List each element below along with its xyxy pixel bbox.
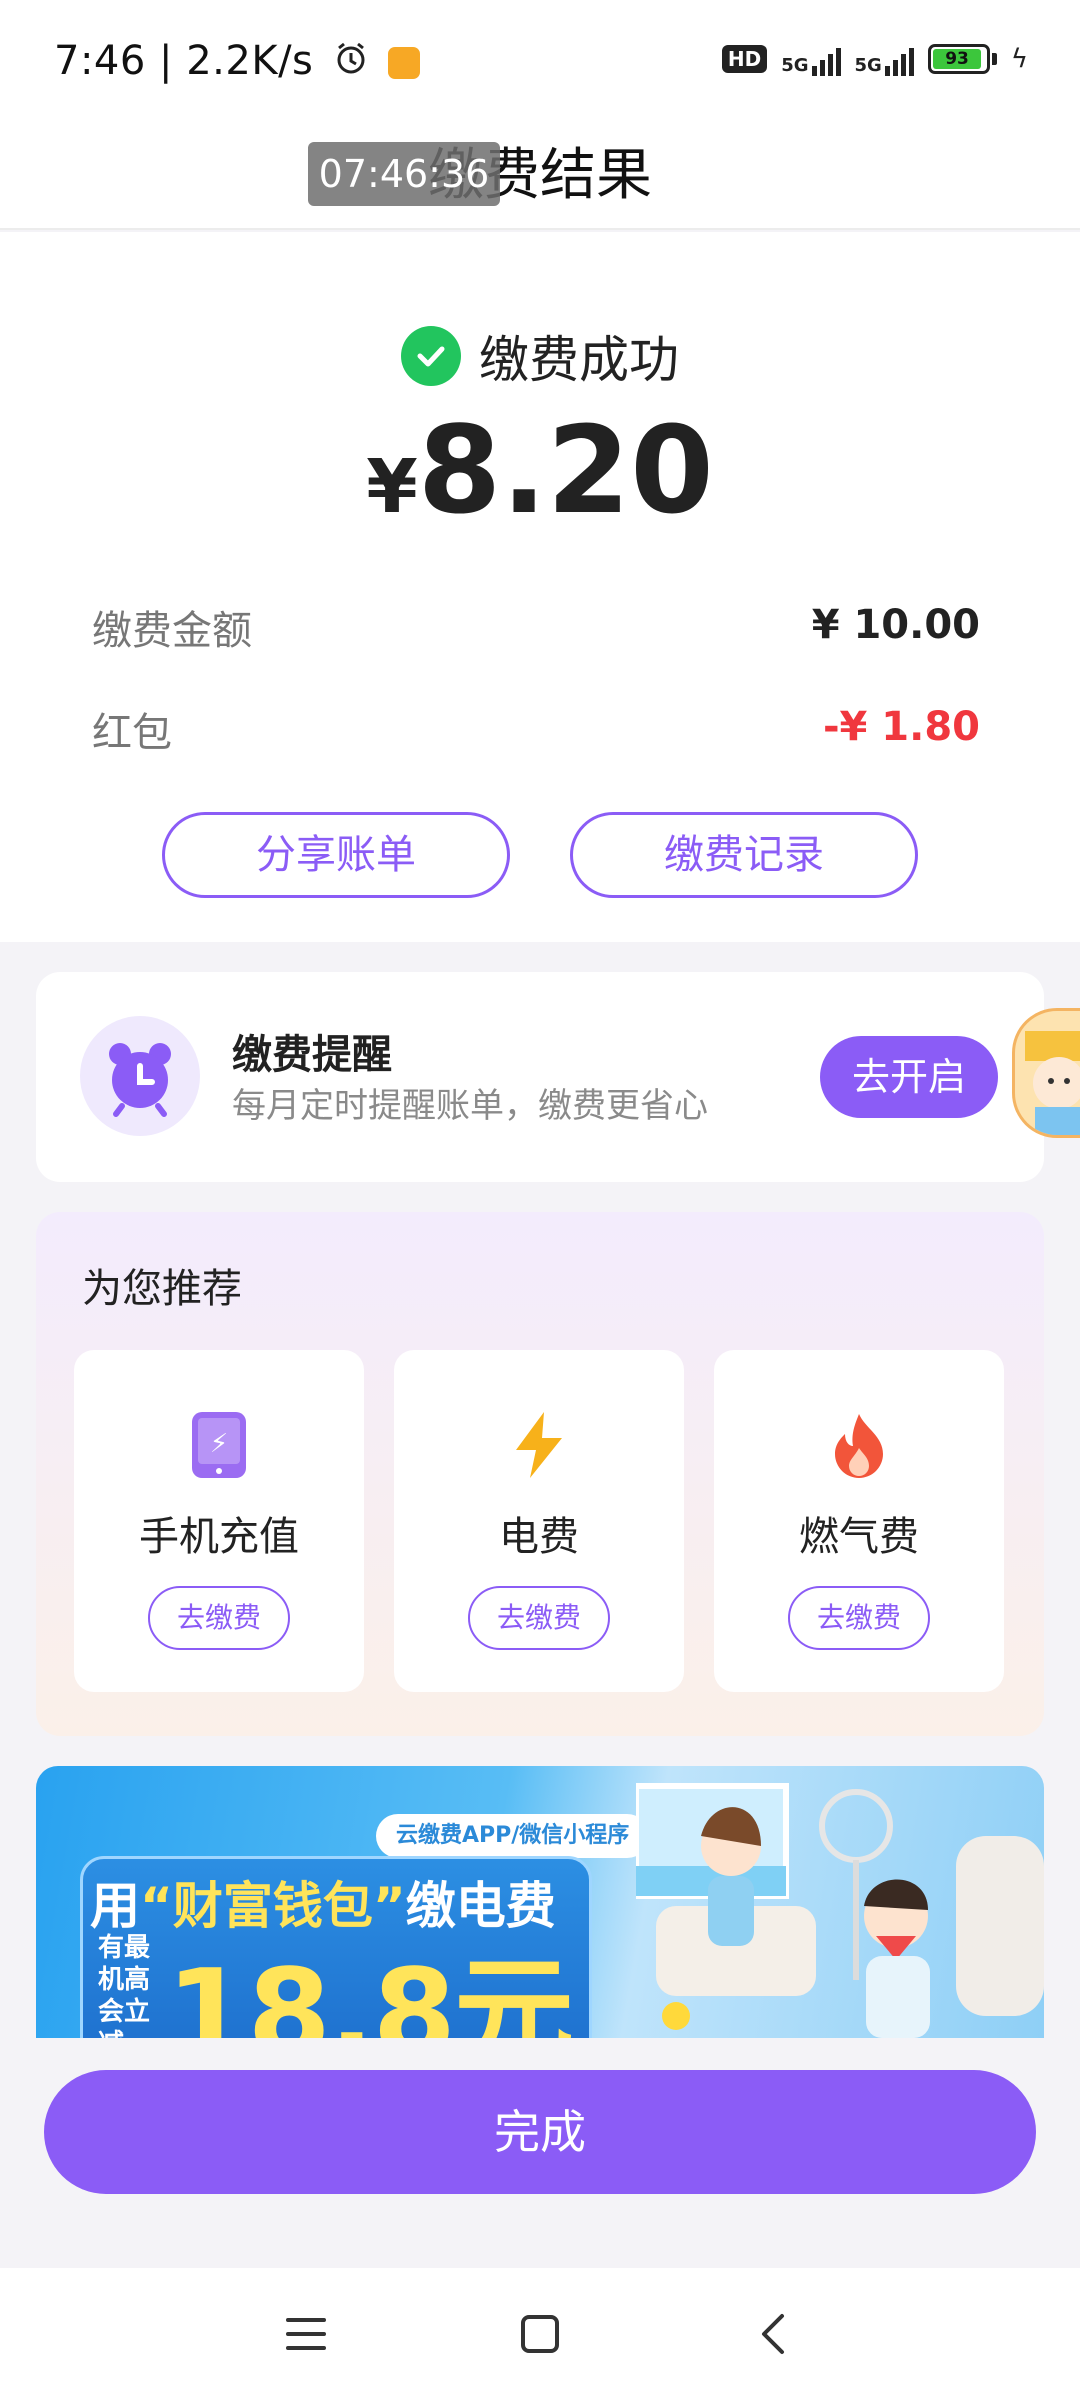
banner-side-text: 有最机高会立减 — [98, 1933, 151, 2038]
hd-icon: HD — [721, 45, 768, 73]
red-packet-value: -¥ 1.80 — [822, 704, 980, 750]
floating-mascot-icon[interactable] — [1012, 1008, 1080, 1138]
menu-icon[interactable] — [266, 2302, 346, 2366]
recommend-item-electricity[interactable]: 电费 去缴费 — [394, 1350, 684, 1692]
recommend-section: 为您推荐 ⚡ 手机充值 去缴费 电费 去缴费 燃气费 去缴费 — [36, 1212, 1044, 1736]
recommend-item-phone-recharge[interactable]: ⚡ 手机充值 去缴费 — [74, 1350, 364, 1692]
red-packet-label: 红包 — [92, 710, 172, 756]
notification-app-icon — [387, 47, 420, 79]
page-title: 缴费结果 — [428, 143, 652, 208]
payment-reminder-card: 缴费提醒 每月定时提醒账单，缴费更省心 去开启 — [36, 972, 1044, 1182]
recommend-item-label: 手机充值 — [139, 1514, 299, 1560]
signal-icon: 5G — [781, 42, 841, 76]
go-pay-button[interactable]: 去缴费 — [148, 1586, 290, 1650]
check-icon — [401, 326, 461, 386]
paid-amount: ¥8.20 — [366, 402, 714, 541]
recommend-item-label: 电费 — [499, 1514, 579, 1560]
payment-result-panel: 缴费成功 ¥8.20 缴费金额 ¥ 10.00 红包 -¥ 1.80 分享账单 … — [0, 232, 1080, 942]
alarm-icon — [333, 40, 369, 86]
banner-big-amount: 18.8元 — [166, 1945, 574, 2038]
banner-illustration — [633, 1766, 1044, 2038]
go-pay-button[interactable]: 去缴费 — [468, 1586, 610, 1650]
signal-icon-2: 5G — [855, 42, 914, 76]
status-bar: 7:46 | 2.2K/s HD 5G 5G 93 ϟ — [0, 0, 1080, 120]
banner-tag: 云缴费APP/微信小程序 — [376, 1814, 650, 1858]
promo-banner[interactable]: 云缴费APP/微信小程序 用“财富钱包”缴电费 有最机高会立减 18.8元 — [36, 1766, 1044, 2038]
system-nav-bar — [0, 2268, 1080, 2400]
battery-icon: 93 — [927, 44, 997, 74]
alarm-clock-icon — [80, 1016, 200, 1136]
back-icon[interactable] — [734, 2302, 814, 2366]
svg-text:⚡: ⚡ — [210, 1429, 228, 1459]
home-icon[interactable] — [500, 2302, 580, 2366]
charging-icon: ϟ — [1010, 44, 1028, 74]
reminder-title: 缴费提醒 — [232, 1032, 392, 1078]
phone-recharge-icon: ⚡ — [184, 1410, 254, 1480]
payment-amount-label: 缴费金额 — [92, 608, 252, 654]
success-text: 缴费成功 — [479, 331, 679, 389]
success-status: 缴费成功 — [0, 320, 1080, 392]
reminder-subtitle: 每月定时提醒账单，缴费更省心 — [232, 1086, 708, 1126]
flame-icon — [824, 1410, 894, 1480]
go-pay-button[interactable]: 去缴费 — [788, 1586, 930, 1650]
page-header: 缴费结果 07:46:36 — [0, 120, 1080, 230]
done-button[interactable]: 完成 — [44, 2070, 1036, 2194]
payment-amount-value: ¥ 10.00 — [811, 602, 980, 648]
lightning-icon — [504, 1410, 574, 1480]
enable-reminder-button[interactable]: 去开启 — [820, 1036, 998, 1118]
timestamp-overlay: 07:46:36 — [308, 142, 500, 206]
payment-records-button[interactable]: 缴费记录 — [570, 812, 918, 898]
recommend-item-label: 燃气费 — [799, 1514, 919, 1560]
status-time: 7:46 | 2.2K/s — [54, 38, 420, 86]
recommend-item-gas[interactable]: 燃气费 去缴费 — [714, 1350, 1004, 1692]
share-bill-button[interactable]: 分享账单 — [162, 812, 510, 898]
recommend-title: 为您推荐 — [82, 1266, 242, 1312]
